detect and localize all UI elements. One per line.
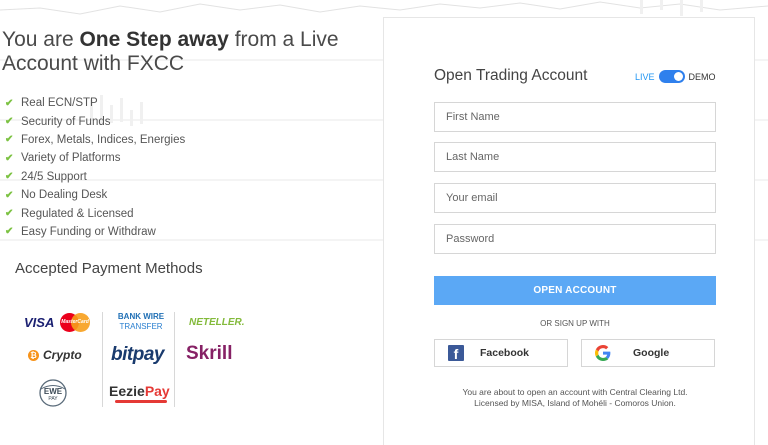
signup-card: Open Trading Account LIVE DEMO OPEN ACCO… bbox=[383, 17, 755, 445]
google-icon bbox=[595, 345, 611, 361]
check-icon: ✔ bbox=[5, 208, 14, 220]
google-label: Google bbox=[633, 347, 670, 359]
legal-line-1: You are about to open an account with Ce… bbox=[462, 387, 688, 397]
bank-wire-line1: BANK WIRE bbox=[117, 312, 165, 321]
facebook-signup-button[interactable]: f Facebook bbox=[434, 339, 568, 367]
feature-item: ✔ Regulated & Licensed bbox=[5, 204, 185, 222]
ewe-pay-logo: EWE PAY bbox=[36, 378, 70, 408]
feature-item: ✔ Easy Funding or Withdraw bbox=[5, 223, 185, 241]
feature-label: Easy Funding or Withdraw bbox=[21, 225, 156, 238]
live-demo-toggle[interactable] bbox=[658, 70, 685, 83]
open-account-button[interactable]: OPEN ACCOUNT bbox=[434, 276, 716, 305]
logo-divider bbox=[102, 312, 103, 407]
bitpay-logo: bitpay bbox=[111, 344, 164, 365]
feature-label: Security of Funds bbox=[21, 115, 111, 128]
eeziepay-logo: EeziePay bbox=[109, 383, 170, 403]
eeziepay-part2: Pay bbox=[144, 383, 170, 399]
check-icon: ✔ bbox=[5, 189, 14, 201]
google-signup-button[interactable]: Google bbox=[581, 339, 715, 367]
check-icon: ✔ bbox=[5, 226, 14, 238]
check-icon: ✔ bbox=[5, 116, 14, 128]
password-input[interactable] bbox=[434, 224, 716, 254]
feature-item: ✔ Security of Funds bbox=[5, 112, 185, 130]
feature-item: ✔ Real ECN/STP bbox=[5, 94, 185, 112]
check-icon: ✔ bbox=[5, 171, 14, 183]
mastercard-logo: MasterCard bbox=[60, 313, 90, 332]
neteller-logo: NETELLER. bbox=[189, 317, 245, 328]
feature-item: ✔ No Dealing Desk bbox=[5, 186, 185, 204]
bank-wire-line2: TRANSFER bbox=[119, 322, 163, 331]
feature-item: ✔ Forex, Metals, Indices, Energies bbox=[5, 131, 185, 149]
feature-label: Real ECN/STP bbox=[21, 97, 98, 110]
feature-label: No Dealing Desk bbox=[21, 189, 108, 202]
feature-list: ✔ Real ECN/STP ✔ Security of Funds ✔ Forex,… bbox=[5, 94, 185, 241]
legal-line-2: Licensed by MISA, Island of Mohéli - Com… bbox=[474, 398, 676, 408]
legal-notice: You are about to open an account with Ce… bbox=[434, 387, 716, 409]
feature-label: Forex, Metals, Indices, Energies bbox=[21, 133, 186, 146]
form-title: Open Trading Account bbox=[434, 67, 588, 84]
ewe-sub-text: PAY bbox=[48, 396, 58, 402]
first-name-input[interactable] bbox=[434, 102, 716, 132]
feature-label: Variety of Platforms bbox=[21, 152, 121, 165]
toggle-demo-label: DEMO bbox=[688, 71, 716, 82]
logo-divider bbox=[174, 312, 175, 407]
ewe-text: EWE bbox=[43, 387, 63, 396]
feature-item: ✔ Variety of Platforms bbox=[5, 149, 185, 167]
last-name-input[interactable] bbox=[434, 142, 716, 172]
facebook-icon: f bbox=[448, 345, 464, 361]
skrill-logo: Skrill bbox=[186, 343, 233, 364]
feature-label: 24/5 Support bbox=[21, 170, 87, 183]
feature-item: ✔ 24/5 Support bbox=[5, 168, 185, 186]
bitcoin-icon: ₿ bbox=[28, 349, 39, 361]
email-input[interactable] bbox=[434, 183, 716, 213]
headline-bold: One Step away bbox=[79, 28, 229, 51]
eeziepay-part1: Eezie bbox=[109, 383, 145, 399]
check-icon: ✔ bbox=[5, 97, 14, 109]
headline-prefix: You are bbox=[2, 28, 80, 51]
or-sign-up-text: OR SIGN UP WITH bbox=[540, 319, 610, 328]
eeziepay-swoosh bbox=[115, 400, 167, 403]
check-icon: ✔ bbox=[5, 152, 14, 164]
visa-logo: VISA bbox=[24, 315, 55, 330]
toggle-live-label: LIVE bbox=[635, 71, 655, 82]
crypto-text: Crypto bbox=[43, 348, 82, 362]
hero-headline: You are One Step away from a Live Accoun… bbox=[2, 28, 372, 76]
payment-methods-title: Accepted Payment Methods bbox=[15, 260, 203, 277]
check-icon: ✔ bbox=[5, 134, 14, 146]
feature-label: Regulated & Licensed bbox=[21, 207, 134, 220]
mastercard-text: MasterCard bbox=[61, 319, 89, 325]
crypto-logo: ₿ Crypto bbox=[28, 348, 82, 362]
bank-wire-logo: BANK WIRE TRANSFER bbox=[112, 312, 170, 332]
facebook-label: Facebook bbox=[480, 347, 530, 359]
live-demo-toggle-group: LIVE DEMO bbox=[635, 70, 716, 83]
